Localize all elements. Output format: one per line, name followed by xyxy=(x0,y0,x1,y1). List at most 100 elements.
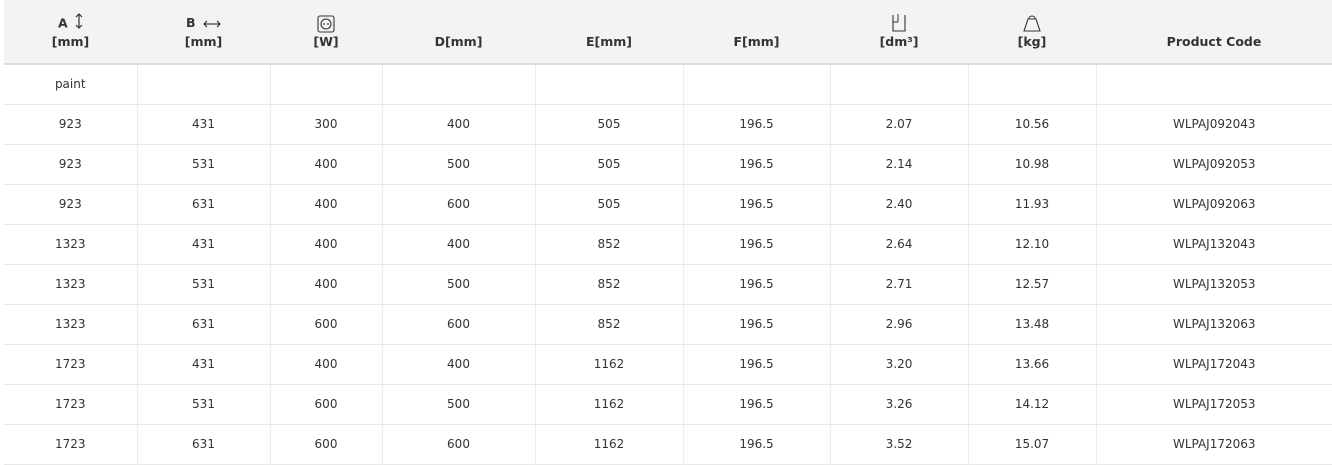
table-body: paint 923 431 300 400 505 196.5 2.07 10.56 WLPAJ… xyxy=(4,64,1332,464)
col-b-unit: [mm] xyxy=(184,34,223,49)
cell-a-mm: 923 xyxy=(4,144,138,184)
col-d-label: D[mm] xyxy=(434,34,483,49)
col-code-label: Product Code xyxy=(1166,34,1262,49)
cell-weight-kg: 12.10 xyxy=(968,224,1097,264)
cell-volume-dm3: 2.40 xyxy=(830,184,969,224)
cell-power-w: 400 xyxy=(270,224,383,264)
table-row[interactable]: 1723 431 400 400 1162 196.5 3.20 13.66 WLPAJ1720… xyxy=(4,344,1332,384)
cell-b-mm: 631 xyxy=(137,184,271,224)
empty-cell xyxy=(137,64,271,104)
cell-f-mm: 196.5 xyxy=(683,104,831,144)
cell-product-code: WLPAJ172043 xyxy=(1172,357,1256,371)
cell-power-w: 600 xyxy=(270,304,383,344)
table-row[interactable]: 1323 431 400 400 852 196.5 2.64 12.10 WLPAJ13204… xyxy=(4,224,1332,264)
empty-cell xyxy=(1096,64,1332,104)
cell-a-mm: 923 xyxy=(4,104,138,144)
cell-b-mm: 631 xyxy=(137,424,271,464)
col-header-e[interactable]: E[mm] xyxy=(535,0,683,64)
cell-d-mm: 400 xyxy=(382,224,536,264)
col-a-letter: A xyxy=(57,15,68,31)
col-header-product-code[interactable]: Product Code xyxy=(1096,0,1332,64)
cell-volume-dm3: 3.52 xyxy=(830,424,969,464)
cell-e-mm: 505 xyxy=(535,184,684,224)
cell-power-w: 400 xyxy=(270,184,383,224)
cell-product-code: WLPAJ172053 xyxy=(1172,397,1256,411)
table-row[interactable]: 1323 531 400 500 852 196.5 2.71 12.57 WLPAJ13205… xyxy=(4,264,1332,304)
cell-product-code: WLPAJ132053 xyxy=(1172,277,1256,291)
table-row[interactable]: 1323 631 600 600 852 196.5 2.96 13.48 WLPAJ13206… xyxy=(4,304,1332,344)
cell-weight-kg: 10.98 xyxy=(968,144,1097,184)
cell-b-mm: 531 xyxy=(137,144,271,184)
cell-b-mm: 531 xyxy=(137,264,271,304)
cell-a-mm: 1323 xyxy=(4,264,138,304)
cell-f-mm: 196.5 xyxy=(683,384,831,424)
cell-product-code: WLPAJ092053 xyxy=(1172,157,1256,171)
cell-b-mm: 631 xyxy=(137,304,271,344)
cell-product-code: WLPAJ132063 xyxy=(1172,317,1256,331)
cell-f-mm: 196.5 xyxy=(683,144,831,184)
cell-e-mm: 852 xyxy=(535,224,684,264)
cell-power-w: 600 xyxy=(270,384,383,424)
product-spec-table: A [mm] B [mm] [W] D[mm] E[mm] F[mm] [dm³… xyxy=(4,0,1332,465)
cell-b-mm: 431 xyxy=(137,224,271,264)
cell-weight-kg: 10.56 xyxy=(968,104,1097,144)
col-header-f[interactable]: F[mm] xyxy=(683,0,830,64)
cell-power-w: 600 xyxy=(270,424,383,464)
cell-e-mm: 1162 xyxy=(535,344,684,384)
cell-f-mm: 196.5 xyxy=(683,424,831,464)
cell-product-code: WLPAJ132043 xyxy=(1172,237,1256,251)
cell-power-w: 400 xyxy=(270,344,383,384)
table-row[interactable]: 1723 631 600 600 1162 196.5 3.52 15.07 WLPAJ1720… xyxy=(4,424,1332,464)
paint-label-cell: paint xyxy=(4,64,138,104)
cell-b-mm: 531 xyxy=(137,384,271,424)
col-header-a[interactable]: A [mm] xyxy=(4,0,137,64)
col-header-weight[interactable]: [kg] xyxy=(968,0,1096,64)
table-header-row: A [mm] B [mm] [W] D[mm] E[mm] F[mm] [dm³… xyxy=(4,0,1332,64)
cell-volume-dm3: 2.71 xyxy=(830,264,969,304)
cell-weight-kg: 13.66 xyxy=(968,344,1097,384)
cell-volume-dm3: 2.64 xyxy=(830,224,969,264)
cell-f-mm: 196.5 xyxy=(683,264,831,304)
cell-a-mm: 1723 xyxy=(4,344,138,384)
cell-a-mm: 1723 xyxy=(4,424,138,464)
cell-volume-dm3: 2.07 xyxy=(830,104,969,144)
vertical-arrow-icon xyxy=(75,13,83,35)
cell-weight-kg: 13.48 xyxy=(968,304,1097,344)
cell-e-mm: 1162 xyxy=(535,384,684,424)
cell-volume-dm3: 3.26 xyxy=(830,384,969,424)
table-row[interactable]: 923 531 400 500 505 196.5 2.14 10.98 WLPAJ092053 xyxy=(4,144,1332,184)
col-header-volume[interactable]: [dm³] xyxy=(830,0,968,64)
cell-e-mm: 852 xyxy=(535,304,684,344)
container-volume-icon xyxy=(830,13,968,33)
cell-e-mm: 852 xyxy=(535,264,684,304)
cell-e-mm: 1162 xyxy=(535,424,684,464)
col-header-d[interactable]: D[mm] xyxy=(382,0,535,64)
empty-cell xyxy=(683,64,831,104)
cell-f-mm: 196.5 xyxy=(683,184,831,224)
cell-power-w: 300 xyxy=(270,104,383,144)
cell-volume-dm3: 2.14 xyxy=(830,144,969,184)
cell-f-mm: 196.5 xyxy=(683,304,831,344)
cell-d-mm: 500 xyxy=(382,384,536,424)
table-row[interactable]: 1723 531 600 500 1162 196.5 3.26 14.12 WLPAJ1720… xyxy=(4,384,1332,424)
weight-icon xyxy=(968,13,1096,33)
table-row[interactable]: 923 631 400 600 505 196.5 2.40 11.93 WLPAJ092063 xyxy=(4,184,1332,224)
col-weight-unit: [kg] xyxy=(1017,34,1047,49)
cell-b-mm: 431 xyxy=(137,104,271,144)
cell-e-mm: 505 xyxy=(535,104,684,144)
col-e-label: E[mm] xyxy=(585,34,632,49)
cell-weight-kg: 11.93 xyxy=(968,184,1097,224)
cell-weight-kg: 12.57 xyxy=(968,264,1097,304)
cell-d-mm: 600 xyxy=(382,304,536,344)
col-header-w[interactable]: [W] xyxy=(270,0,382,64)
col-a-unit: [mm] xyxy=(51,34,90,49)
cell-f-mm: 196.5 xyxy=(683,344,831,384)
col-header-b[interactable]: B [mm] xyxy=(137,0,270,64)
power-outlet-icon xyxy=(270,13,382,33)
cell-volume-dm3: 2.96 xyxy=(830,304,969,344)
col-w-unit: [W] xyxy=(313,34,339,49)
empty-cell xyxy=(968,64,1097,104)
table-row-paint: paint xyxy=(4,64,1332,104)
cell-d-mm: 400 xyxy=(382,104,536,144)
table-row[interactable]: 923 431 300 400 505 196.5 2.07 10.56 WLPAJ092043 xyxy=(4,104,1332,144)
